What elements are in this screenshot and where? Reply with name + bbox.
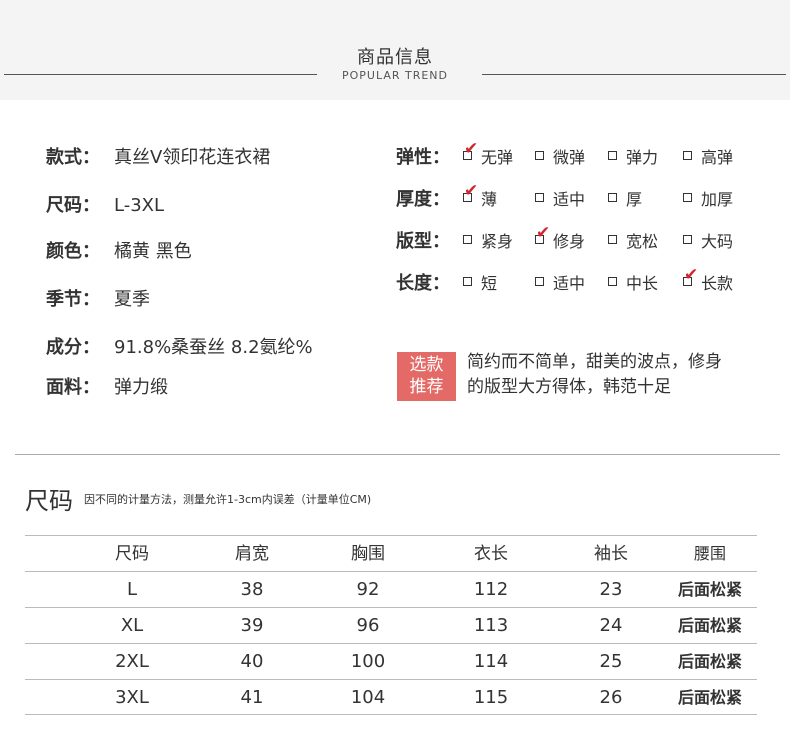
table-header-cell: 衣长 (474, 544, 508, 564)
size-table: 尺码 肩宽 胸围 衣长 袖长 腰围 L 38 92 112 23 后面松紧 XL 39 96 113 24 后面松… (25, 535, 757, 715)
attribute-key: 长度： (396, 273, 450, 294)
checkmark-icon: ✔ (684, 265, 699, 285)
table-row: 3XL 41 104 115 26 后面松紧 (25, 679, 757, 715)
table-cell: 112 (473, 579, 509, 600)
table-cell: 41 (240, 687, 264, 708)
info-value: 弹力缎 (114, 377, 168, 398)
attribute-key: 版型： (396, 231, 450, 252)
attribute-option-label: 适中 (553, 274, 586, 293)
header-subtitle: POPULAR TREND (341, 69, 449, 82)
checkbox-icon (608, 151, 617, 160)
recommend-text: 简约而不简单，甜美的波点，修身 的版型大方得体，韩范十足 (467, 350, 767, 400)
checkbox-icon (683, 151, 692, 160)
table-row: XL 39 96 113 24 后面松紧 (25, 607, 757, 643)
attribute-option-label: 高弹 (701, 148, 734, 167)
table-cell: 100 (350, 651, 386, 672)
info-value: 91.8%桑蚕丝 8.2氨纶% (114, 337, 313, 358)
table-cell: 113 (473, 615, 509, 636)
size-chart-note: 因不同的计量方法，测量允许1-3cm内误差（计量单位CM) (84, 493, 372, 506)
table-cell: 92 (356, 579, 380, 600)
checkbox-icon (463, 235, 472, 244)
table-cell: 40 (240, 651, 264, 672)
table-cell: 114 (473, 651, 509, 672)
attribute-option-label: 长款 (701, 274, 734, 293)
info-key: 季节： (46, 289, 100, 310)
checkbox-icon (608, 277, 617, 286)
table-cell: 后面松紧 (677, 652, 742, 671)
info-row-composition: 成分： 91.8%桑蚕丝 8.2氨纶% (46, 333, 313, 359)
table-header-cell: 尺码 (115, 544, 149, 564)
table-cell: 39 (240, 615, 264, 636)
header-banner: 商品信息 POPULAR TREND (0, 0, 790, 100)
table-cell: 后面松紧 (677, 688, 742, 707)
info-key: 面料： (46, 377, 100, 398)
table-header-cell: 肩宽 (235, 544, 269, 564)
checkbox-icon (683, 193, 692, 202)
attribute-option-label: 弹力 (626, 148, 659, 167)
header-title: 商品信息 (357, 47, 433, 68)
recommend-line2: 的版型大方得体，韩范十足 (467, 377, 671, 397)
attribute-option-label: 中长 (626, 274, 659, 293)
table-header-cell: 腰围 (693, 544, 726, 563)
attribute-option-label: 加厚 (701, 190, 734, 209)
table-row: L 38 92 112 23 后面松紧 (25, 571, 757, 607)
checkbox-icon (683, 235, 692, 244)
attribute-option-label: 薄 (481, 190, 498, 209)
checkbox-icon (535, 277, 544, 286)
attribute-option-label: 适中 (553, 190, 586, 209)
table-cell: 3XL (115, 687, 149, 708)
table-cell: 104 (350, 687, 386, 708)
info-row-fabric: 面料： 弹力缎 (46, 373, 168, 399)
table-row: 2XL 40 100 114 25 后面松紧 (25, 643, 757, 679)
checkbox-icon (463, 277, 472, 286)
checkbox-icon (535, 151, 544, 160)
attribute-option-label: 宽松 (626, 232, 659, 251)
attribute-option-label: 微弹 (553, 148, 586, 167)
table-cell: 后面松紧 (677, 580, 742, 599)
info-value: 真丝V领印花连衣裙 (114, 147, 271, 168)
table-header-row: 尺码 肩宽 胸围 衣长 袖长 腰围 (25, 535, 757, 571)
checkmark-icon: ✔ (464, 181, 479, 201)
table-header-cell: 胸围 (351, 544, 385, 564)
attribute-option-label: 紧身 (481, 232, 514, 251)
checkmark-icon: ✔ (464, 139, 479, 159)
recommend-badge-line2: 推荐 (409, 377, 444, 397)
attribute-option-label: 大码 (701, 232, 734, 251)
info-value: 夏季 (114, 289, 150, 310)
info-value: 橘黄 黑色 (114, 241, 192, 262)
table-cell: 2XL (115, 651, 149, 672)
checkbox-icon (535, 193, 544, 202)
info-row-style: 款式： 真丝V领印花连衣裙 (46, 143, 270, 169)
attribute-option-label: 修身 (553, 232, 586, 251)
attribute-option-label: 无弹 (481, 148, 514, 167)
attribute-key: 弹性： (396, 147, 450, 168)
info-key: 尺码： (46, 195, 100, 216)
attribute-option-label: 厚 (626, 190, 643, 209)
info-key: 款式： (46, 147, 100, 168)
info-value: L-3XL (114, 195, 165, 216)
checkbox-icon (608, 193, 617, 202)
info-key: 颜色： (46, 241, 100, 262)
attribute-key: 厚度： (396, 189, 450, 210)
recommend-badge: 选款 推荐 (397, 352, 456, 401)
info-row-season: 季节： 夏季 (46, 285, 150, 311)
table-cell: L (126, 579, 138, 600)
table-cell: 115 (473, 687, 509, 708)
table-cell: 后面松紧 (677, 616, 742, 635)
table-cell: 38 (240, 579, 264, 600)
info-row-size: 尺码： L-3XL (46, 191, 164, 217)
size-chart-title: 尺码 (25, 487, 73, 515)
attribute-option-label: 短 (481, 274, 498, 293)
info-row-color: 颜色： 橘黄 黑色 (46, 237, 192, 263)
table-cell: XL (120, 615, 144, 636)
info-key: 成分： (46, 337, 100, 358)
section-divider (15, 454, 780, 455)
recommend-badge-line1: 选款 (409, 355, 444, 375)
table-cell: 96 (356, 615, 380, 636)
checkbox-icon (608, 235, 617, 244)
checkmark-icon: ✔ (536, 223, 551, 243)
recommend-line1: 简约而不简单，甜美的波点，修身 (467, 352, 722, 372)
